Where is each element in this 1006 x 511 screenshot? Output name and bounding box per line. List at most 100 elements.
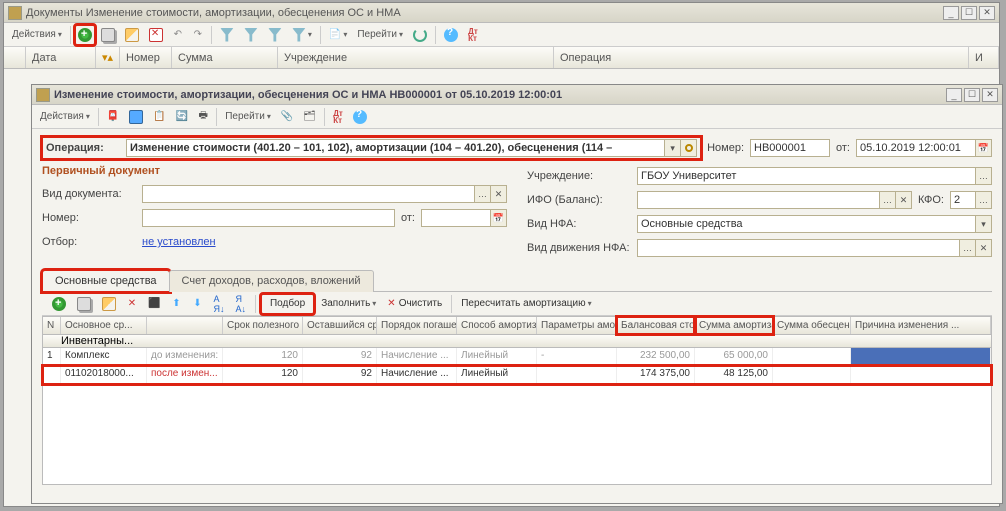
col-por[interactable]: Порядок погашения ...	[377, 317, 457, 334]
doc-ot-label: от:	[401, 212, 415, 224]
col-date[interactable]: Дата	[26, 47, 96, 68]
col-inv[interactable]: Инвентарны...	[61, 335, 147, 347]
pencil-icon	[125, 28, 139, 42]
col-number[interactable]: Номер	[120, 47, 172, 68]
help-button[interactable]	[440, 25, 462, 45]
dtkt-button[interactable]: ДтКт	[464, 25, 482, 45]
next-button[interactable]: ↷	[189, 25, 207, 45]
inner-close-button[interactable]: ✕	[982, 88, 998, 102]
copy-button[interactable]	[97, 25, 119, 45]
select-button[interactable]: Подбор	[261, 294, 314, 314]
col-op[interactable]: Операция	[554, 47, 969, 68]
funnel-icon	[244, 28, 258, 42]
goto-menu[interactable]: Перейти	[353, 25, 407, 45]
col-reason[interactable]: Причина изменения ...	[851, 317, 991, 334]
outer-close-button[interactable]: ✕	[979, 6, 995, 20]
col-obes[interactable]: Сумма обесценения	[773, 317, 851, 334]
inner-min-button[interactable]: _	[946, 88, 962, 102]
table-row[interactable]: 1 Комплекс до изменения: 120 92 Начислен…	[43, 348, 991, 366]
sub-toolbar: ✕ ⬛ ⬆ ⬇ AЯ↓ ЯA↓ Подбор Заполнить ✕Очисти…	[42, 292, 992, 316]
tab-accounts[interactable]: Счет доходов, расходов, вложений	[169, 270, 374, 292]
help2-button[interactable]	[349, 107, 371, 127]
cancel-post-button[interactable]: 🔄	[172, 107, 192, 127]
org-field[interactable]	[637, 167, 976, 185]
tree-button[interactable]: 🗂	[299, 107, 320, 127]
kfo-select-button[interactable]: …	[976, 191, 992, 209]
recalc-button[interactable]: Пересчитать амортизацию	[457, 294, 595, 314]
table-row[interactable]: 01102018000... после измен... 120 92 Нач…	[43, 366, 991, 384]
outer-min-button[interactable]: _	[943, 6, 959, 20]
move-field[interactable]	[637, 239, 960, 257]
col-asset[interactable]: Основное ср...	[61, 317, 147, 334]
org-select-button[interactable]: …	[976, 167, 992, 185]
move-select-button[interactable]: …	[960, 239, 976, 257]
save2-button[interactable]: 📋	[149, 107, 169, 127]
row-del-button[interactable]: ✕	[123, 294, 141, 314]
col-balance[interactable]: Балансовая стоимость	[617, 317, 695, 334]
row-end-button[interactable]: ⬛	[144, 294, 164, 314]
col-status[interactable]	[147, 317, 223, 334]
outer-titlebar: Документы Изменение стоимости, амортизац…	[4, 3, 999, 23]
kfo-field[interactable]	[950, 191, 976, 209]
goto2-menu[interactable]: Перейти	[221, 107, 275, 127]
print-button[interactable]: 🖶	[194, 107, 212, 127]
date-field[interactable]	[856, 139, 976, 157]
col-amort[interactable]: Сумма амортизации	[695, 317, 773, 334]
row-edit-button[interactable]	[98, 294, 120, 314]
filter3-button[interactable]	[264, 25, 286, 45]
attach-button[interactable]: 📎	[277, 107, 297, 127]
tab-main-assets[interactable]: Основные средства	[42, 270, 170, 292]
plus-icon	[52, 297, 66, 311]
row-up-button[interactable]: ⬆	[167, 294, 185, 314]
save-button[interactable]	[125, 107, 147, 127]
inner-actions-menu[interactable]: Действия	[36, 107, 94, 127]
edit-button[interactable]	[121, 25, 143, 45]
col-org[interactable]: Учреждение	[278, 47, 554, 68]
col-sposob[interactable]: Способ амортизации	[457, 317, 537, 334]
row-down-button[interactable]: ⬇	[188, 294, 206, 314]
col-i[interactable]: И	[969, 47, 999, 68]
inner-max-button[interactable]: ☐	[964, 88, 980, 102]
col-sum[interactable]: Сумма	[172, 47, 278, 68]
filter-menu-button[interactable]	[288, 25, 316, 45]
col-n[interactable]: N	[43, 317, 61, 334]
op-dropdown-button[interactable]: ▾	[665, 139, 681, 157]
doc-type-select-button[interactable]: …	[475, 185, 491, 203]
clear-button[interactable]: ✕Очистить	[383, 294, 446, 314]
doc-number-field[interactable]	[142, 209, 395, 227]
ifo-select-button[interactable]: …	[880, 191, 896, 209]
filter-link[interactable]: не установлен	[142, 236, 216, 248]
doc-type-clear-button[interactable]: ✕	[491, 185, 507, 203]
doc-date-picker-button[interactable]: 📅	[491, 209, 507, 227]
sort-asc-button[interactable]: AЯ↓	[209, 294, 228, 314]
col-param[interactable]: Параметры амортизации	[537, 317, 617, 334]
ifo-clear-button[interactable]: ✕	[896, 191, 912, 209]
filter2-button[interactable]	[240, 25, 262, 45]
operation-field[interactable]	[126, 139, 665, 157]
date-picker-button[interactable]: 📅	[976, 139, 992, 157]
doc-date-field[interactable]	[421, 209, 491, 227]
refresh-button[interactable]	[409, 25, 431, 45]
ifo-field[interactable]	[637, 191, 880, 209]
nfa-dropdown-button[interactable]: ▾	[976, 215, 992, 233]
dtkt2-button[interactable]: ДтКт	[329, 107, 347, 127]
col-srok[interactable]: Срок полезного ...	[223, 317, 303, 334]
outer-actions-menu[interactable]: Действия	[8, 25, 66, 45]
extra-button[interactable]: 📄	[325, 25, 351, 45]
sort-desc-button[interactable]: ЯA↓	[231, 294, 250, 314]
add-button[interactable]	[75, 25, 95, 45]
op-search-button[interactable]	[681, 139, 697, 157]
col-ost[interactable]: Оставшийся срок	[303, 317, 377, 334]
nfa-field[interactable]	[637, 215, 976, 233]
row-add-button[interactable]	[48, 294, 70, 314]
move-clear-button[interactable]: ✕	[976, 239, 992, 257]
filter1-button[interactable]	[216, 25, 238, 45]
doc-type-field[interactable]	[142, 185, 475, 203]
outer-max-button[interactable]: ☐	[961, 6, 977, 20]
row-copy-button[interactable]	[73, 294, 95, 314]
post-button[interactable]: 📮	[103, 107, 123, 127]
prev-button[interactable]: ↶	[169, 25, 187, 45]
fill-button[interactable]: Заполнить	[317, 294, 380, 314]
number-field[interactable]	[750, 139, 830, 157]
delete-button[interactable]	[145, 25, 167, 45]
